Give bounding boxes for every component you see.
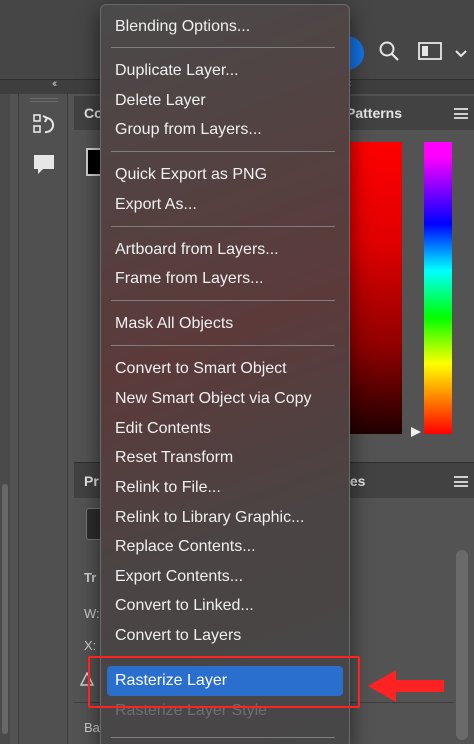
menu-item-replace-contents[interactable]: Replace Contents... [115,536,256,558]
annotation-highlight-box [88,656,360,708]
search-icon[interactable] [378,40,400,67]
menu-item-duplicate-layer[interactable]: Duplicate Layer... [115,60,239,82]
menu-item-export-as[interactable]: Export As... [115,194,197,216]
menu-item-quick-export-png[interactable]: Quick Export as PNG [115,164,267,186]
comments-icon[interactable] [31,152,57,183]
menu-item-relink-to-library-graphic[interactable]: Relink to Library Graphic... [115,507,304,529]
properties-menu-icon[interactable] [454,476,468,487]
panel-grip[interactable] [30,98,58,102]
annotation-arrow-icon [366,668,446,709]
layer-context-menu: Blending Options... Duplicate Layer... D… [100,4,350,744]
menu-item-relink-to-file[interactable]: Relink to File... [115,477,221,499]
history-icon[interactable] [31,112,57,143]
panel-icon-column [18,94,68,744]
properties-scrollbar[interactable] [456,550,468,740]
menu-item-convert-to-linked[interactable]: Convert to Linked... [115,595,254,617]
hue-slider[interactable] [424,142,452,434]
menu-item-artboard-from-layers[interactable]: Artboard from Layers... [115,239,279,261]
menu-separator [111,151,335,152]
menu-item-convert-to-smart-object[interactable]: Convert to Smart Object [115,358,287,380]
menu-separator [111,300,335,301]
menu-separator [111,737,335,738]
menu-item-convert-to-layers[interactable]: Convert to Layers [115,625,241,647]
menu-item-frame-from-layers[interactable]: Frame from Layers... [115,268,263,290]
menu-item-group-from-layers[interactable]: Group from Layers... [115,119,262,141]
background-label: Ba [84,720,100,735]
width-label: W: [84,606,100,621]
menu-separator [111,226,335,227]
workspace-layout-icon[interactable] [418,40,444,67]
x-label: X: [84,638,97,653]
transform-label: Tr [84,570,97,585]
menu-item-blending-options[interactable]: Blending Options... [115,16,250,38]
patterns-tab[interactable]: Patterns [346,105,402,121]
menu-separator [111,47,335,48]
panel-menu-icon[interactable] [454,108,468,119]
menu-item-reset-transform[interactable]: Reset Transform [115,447,233,469]
color-picker-field[interactable] [346,142,402,434]
menu-item-mask-all-objects[interactable]: Mask All Objects [115,313,233,335]
menu-separator [111,345,335,346]
menu-item-new-smart-object-via-copy[interactable]: New Smart Object via Copy [115,388,312,410]
menu-item-delete-layer[interactable]: Delete Layer [115,90,206,112]
hue-slider-marker-icon[interactable] [410,425,422,443]
collapse-left-icon[interactable]: ‹‹ [52,78,58,90]
chevron-down-icon[interactable] [454,46,468,64]
menu-item-export-contents[interactable]: Export Contents... [115,566,243,588]
menu-item-edit-contents[interactable]: Edit Contents [115,418,211,440]
scrollbar-thumb[interactable] [2,484,8,734]
properties-tab[interactable]: Pr [84,473,99,489]
left-scrollbar[interactable] [0,94,10,744]
